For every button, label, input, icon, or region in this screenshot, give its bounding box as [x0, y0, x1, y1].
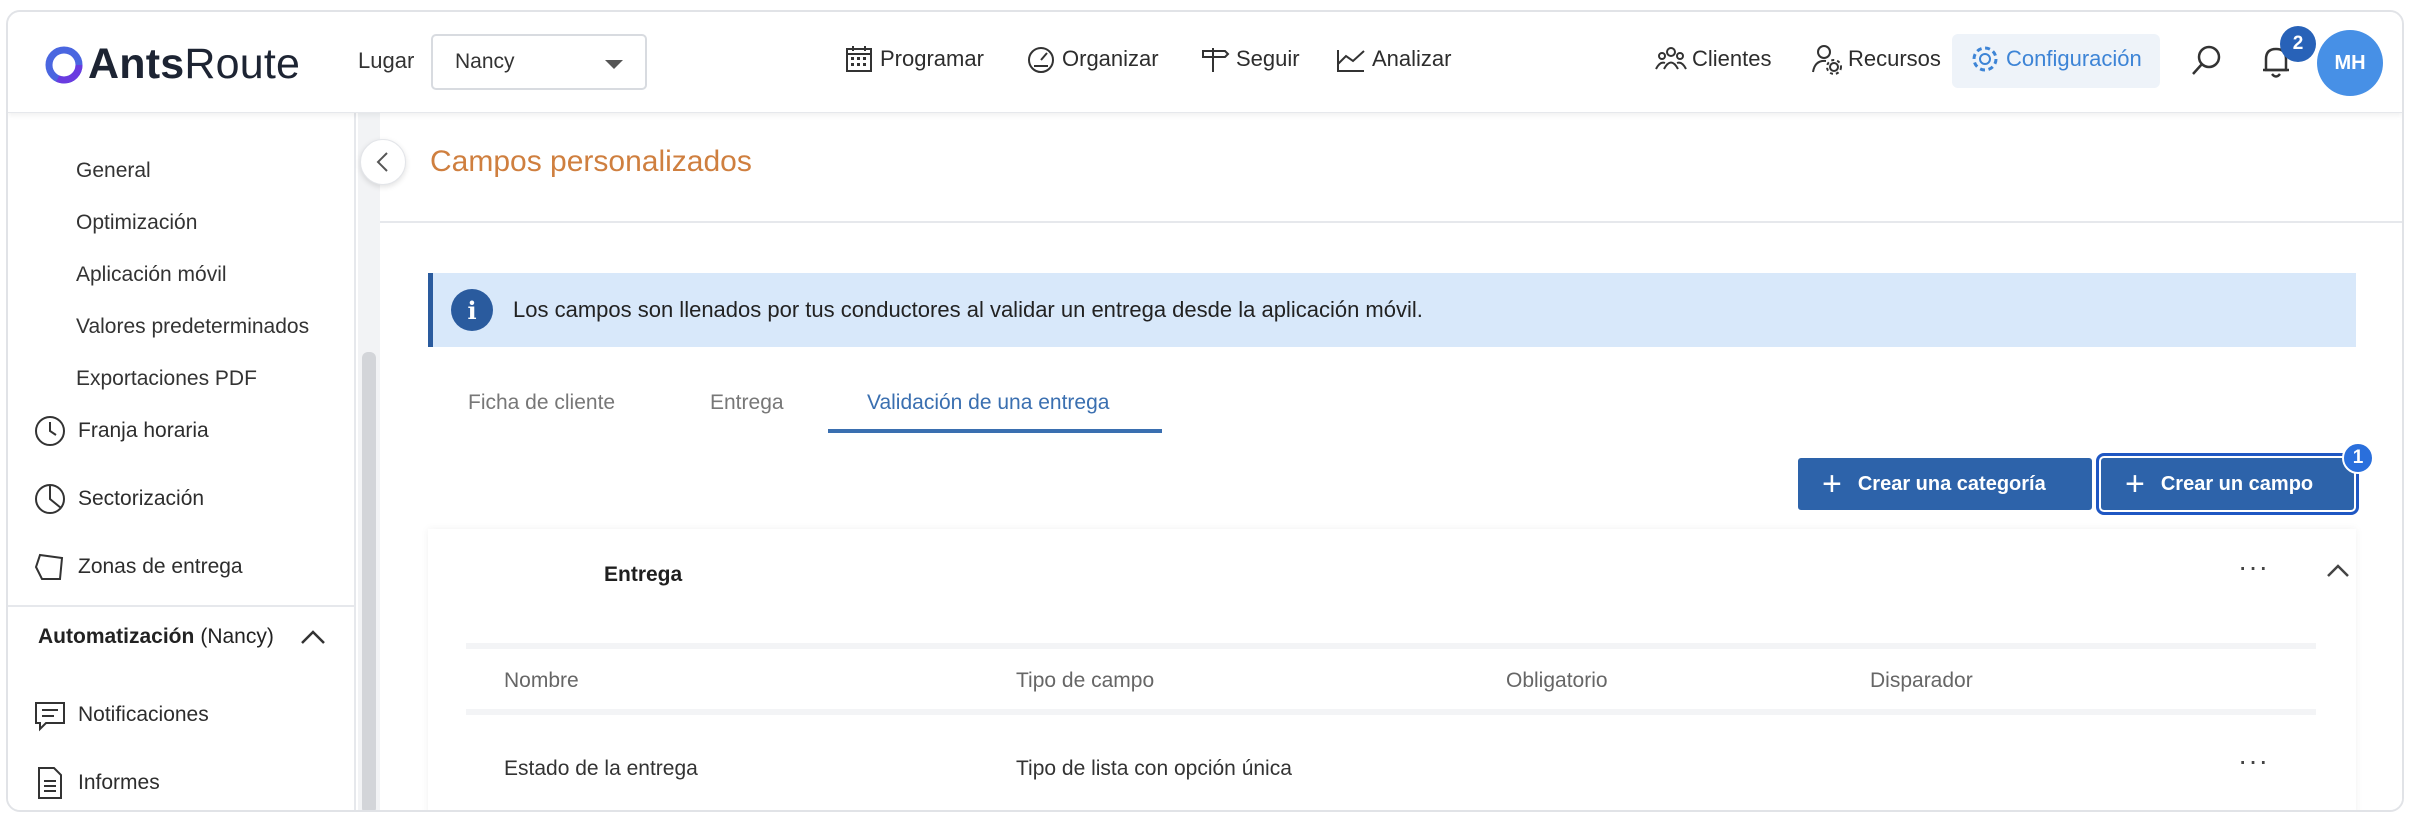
sidebar-divider	[8, 605, 356, 607]
users-icon	[1655, 47, 1687, 70]
category-card: Entrega ··· Nombre Tipo de campo Obligat…	[428, 529, 2356, 810]
plus-icon: +	[2125, 465, 2145, 503]
tab-ficha-de-cliente[interactable]: Ficha de cliente	[468, 391, 615, 415]
title-bar: Campos personalizados	[380, 113, 2402, 223]
create-field-button[interactable]: + Crear un campo	[2096, 453, 2359, 515]
create-field-step-badge: 1	[2342, 442, 2374, 474]
create-category-button[interactable]: + Crear una categoría	[1798, 458, 2092, 510]
row-tipo-de-campo: Tipo de lista con opción única	[1016, 757, 1292, 780]
section-subtitle: (Nancy)	[200, 625, 274, 648]
nav-configuracion[interactable]: Configuración	[1968, 42, 2142, 76]
nav-programar[interactable]: Programar	[842, 42, 984, 76]
avatar[interactable]: MH	[2317, 30, 2383, 96]
nav-recursos-label: Recursos	[1848, 46, 1941, 71]
sidebar-item-sectorizacion-label: Sectorización	[78, 487, 205, 510]
lugar-label: Lugar	[358, 48, 415, 73]
app-window: AntsRoute Lugar Nancy Programar Organiza…	[6, 10, 2404, 812]
sidebar-item-exportaciones-pdf[interactable]: Exportaciones PDF	[76, 367, 257, 391]
row-more-icon[interactable]: ···	[2238, 745, 2269, 777]
sidebar-item-sectorizacion[interactable]: Sectorización	[32, 481, 204, 517]
column-header-nombre: Nombre	[504, 669, 579, 692]
chevron-up-icon	[300, 630, 325, 644]
chevron-up-icon[interactable]	[2326, 563, 2350, 579]
sidebar-item-aplicacion-movil[interactable]: Aplicación móvil	[76, 263, 227, 287]
nav-clientes[interactable]: Clientes	[1654, 42, 1771, 76]
lugar-select[interactable]: Nancy	[431, 34, 647, 90]
category-title: Entrega	[604, 563, 683, 586]
pie-icon	[35, 484, 65, 514]
speedometer-icon	[1028, 47, 1054, 73]
info-icon: i	[451, 289, 493, 331]
message-icon	[35, 702, 65, 732]
create-category-label: Crear una categoría	[1857, 472, 2046, 495]
nav-configuracion-label: Configuración	[2006, 46, 2142, 71]
nav-clientes-label: Clientes	[1692, 46, 1772, 71]
logo-text: AntsRoute	[88, 40, 301, 88]
notification-count-badge: 2	[2280, 26, 2316, 62]
nav-organizar[interactable]: Organizar	[1024, 42, 1159, 76]
signpost-icon	[1202, 48, 1230, 72]
lugar-value: Nancy	[455, 50, 515, 73]
tab-entrega[interactable]: Entrega	[710, 391, 784, 415]
logo-icon	[45, 46, 83, 83]
sidebar-item-zonas-de-entrega-label: Zonas de entrega	[78, 555, 243, 578]
nav-recursos[interactable]: Recursos	[1810, 42, 1941, 76]
sidebar-item-franja-horaria[interactable]: Franja horaria	[32, 413, 209, 449]
sidebar-item-notificaciones-label: Notificaciones	[78, 703, 209, 726]
column-header-tipo-de-campo: Tipo de campo	[1016, 669, 1155, 692]
nav-analizar-label: Analizar	[1372, 46, 1452, 71]
page-title: Campos personalizados	[430, 145, 752, 178]
chart-icon	[1337, 50, 1365, 72]
column-header-disparador: Disparador	[1870, 669, 1973, 692]
nav-seguir[interactable]: Seguir	[1198, 42, 1300, 76]
create-field-label: Crear un campo	[2160, 472, 2314, 495]
nav-seguir-label: Seguir	[1236, 46, 1300, 71]
gear-icon	[1972, 46, 1998, 72]
sidebar-item-informes-label: Informes	[78, 771, 160, 794]
sidebar-item-notificaciones[interactable]: Notificaciones	[32, 697, 209, 733]
info-text: Los campos son llenados por tus conducto…	[513, 297, 1423, 322]
column-header-obligatorio: Obligatorio	[1506, 669, 1608, 692]
sidebar-item-franja-horaria-label: Franja horaria	[78, 419, 209, 442]
top-bar: AntsRoute Lugar Nancy Programar Organiza…	[8, 12, 2402, 113]
sidebar-item-informes[interactable]: Informes	[32, 765, 160, 801]
tab-validacion-de-una-entrega[interactable]: Validación de una entrega	[867, 391, 1109, 415]
content-card: i Los campos son llenados por tus conduc…	[380, 223, 2402, 810]
settings-sidebar: General Optimización Aplicación móvil Va…	[8, 113, 356, 810]
user-gear-icon	[1812, 45, 1842, 75]
sidebar-item-zonas-de-entrega[interactable]: Zonas de entrega	[32, 549, 243, 585]
sidebar-item-valores-predeterminados[interactable]: Valores predeterminados	[76, 315, 309, 339]
active-tab-indicator	[828, 429, 1162, 433]
collapse-sidebar-button[interactable]	[360, 139, 406, 185]
row-nombre: Estado de la entrega	[504, 757, 698, 780]
chevron-down-icon	[605, 60, 623, 69]
section-title: Automatización	[38, 625, 195, 648]
category-more-icon[interactable]: ···	[2238, 551, 2269, 583]
nav-programar-label: Programar	[880, 46, 984, 71]
chevron-left-icon	[376, 152, 388, 172]
nav-analizar[interactable]: Analizar	[1334, 42, 1451, 76]
nav-organizar-label: Organizar	[1062, 46, 1159, 71]
antsroute-logo[interactable]: AntsRoute	[44, 40, 300, 89]
sidebar-section-automatizacion[interactable]: Automatización (Nancy)	[38, 625, 326, 649]
main-content: Campos personalizados i Los campos son l…	[380, 113, 2402, 810]
sidebar-item-optimizacion[interactable]: Optimización	[76, 211, 197, 235]
calendar-icon	[846, 46, 872, 72]
sidebar-scrollbar[interactable]	[362, 352, 376, 810]
clock-icon	[35, 416, 65, 446]
search-icon[interactable]	[2188, 42, 2226, 80]
polygon-icon	[34, 553, 64, 580]
sidebar-item-general[interactable]: General	[76, 159, 151, 183]
table-header: Nombre Tipo de campo Obligatorio Dispara…	[466, 643, 2316, 715]
info-banner: i Los campos son llenados por tus conduc…	[428, 273, 2356, 347]
document-icon	[38, 767, 62, 799]
plus-icon: +	[1822, 465, 1842, 503]
